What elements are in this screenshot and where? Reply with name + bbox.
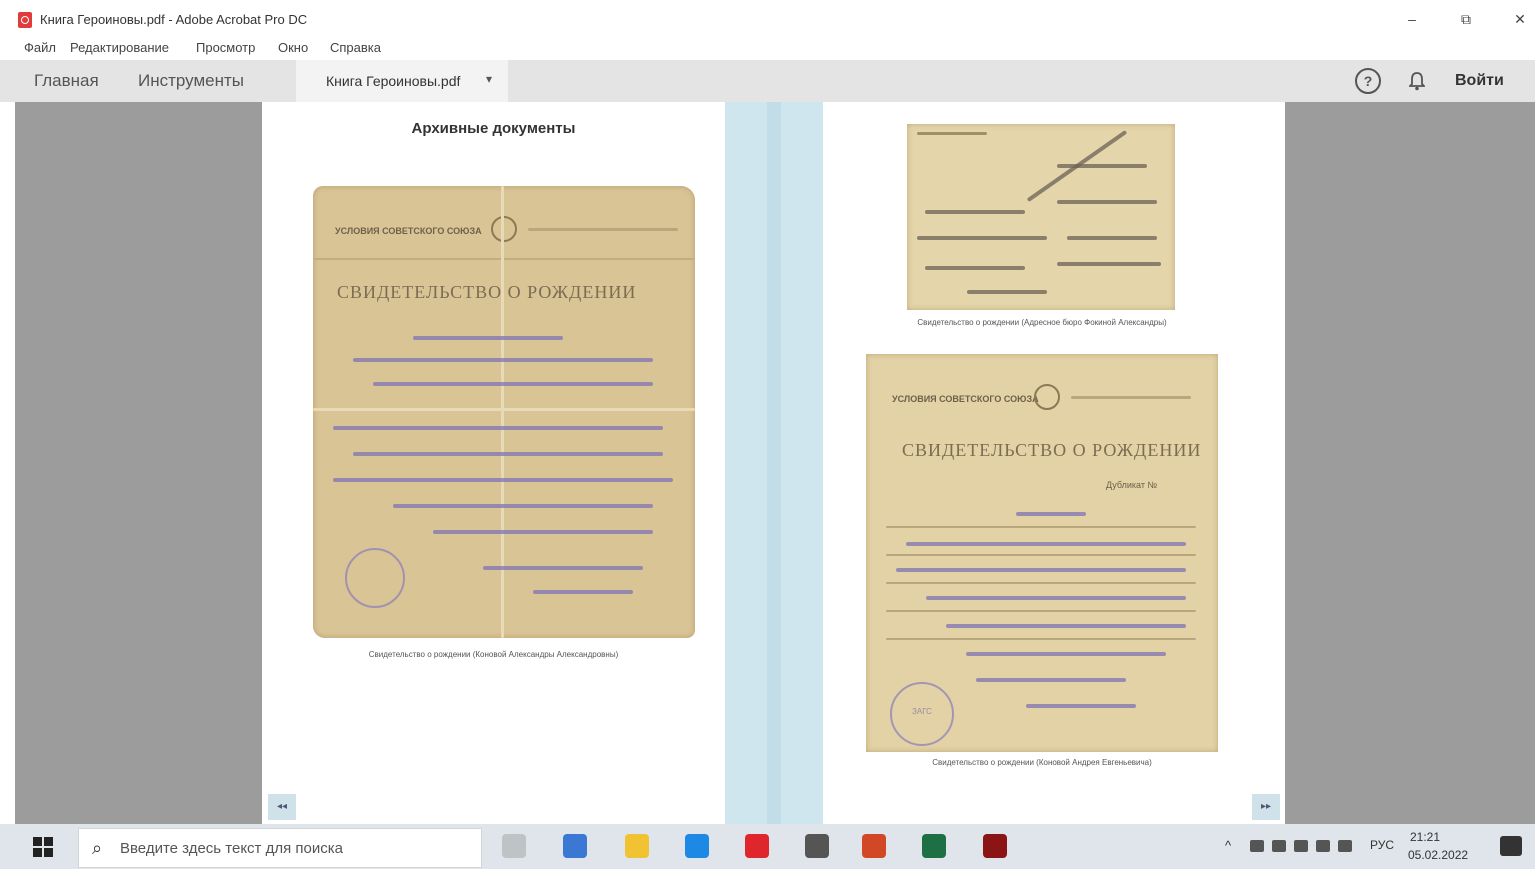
handwriting-line [976, 678, 1126, 682]
search-icon: ⌕ [92, 838, 103, 858]
previous-page-button[interactable]: ◂◂ [268, 794, 296, 820]
stamp-seal: ЗАГС [890, 682, 954, 746]
battery-icon[interactable] [1338, 840, 1352, 852]
stamp-seal [345, 548, 405, 608]
caption-right-bottom: Свидетельство о рождении (Коновой Андрея… [932, 758, 1152, 767]
document-tab-label: Книга Героиновы.pdf [326, 73, 461, 89]
handwriting-line [967, 290, 1047, 294]
handwriting-line [373, 382, 653, 386]
handwriting-line [1016, 512, 1086, 516]
printed-line [886, 610, 1196, 612]
handwriting-line [1067, 236, 1157, 240]
handwriting-line [966, 652, 1166, 656]
maximize-button[interactable]: ⧉ [1446, 6, 1486, 32]
signature-line [533, 590, 633, 594]
notification-icon[interactable] [1500, 836, 1522, 856]
page-gutter-spine [767, 102, 781, 824]
network-icon[interactable] [1294, 840, 1308, 852]
handwriting-line [333, 478, 673, 482]
fold-line [313, 258, 695, 260]
tab-tools[interactable]: Инструменты [138, 71, 244, 91]
handwriting-line [333, 426, 663, 430]
emblem-icon [1034, 384, 1060, 410]
file-explorer-icon[interactable] [625, 834, 649, 858]
fold-line-horizontal [313, 408, 695, 411]
handwriting-line [353, 452, 663, 456]
windows-start-icon[interactable] [32, 836, 54, 858]
clock-date[interactable]: 05.02.2022 [1408, 848, 1468, 862]
onedrive-icon[interactable] [1272, 840, 1286, 852]
people-icon[interactable] [1250, 840, 1264, 852]
tab-document[interactable]: Книга Героиновы.pdf ▾ [296, 60, 508, 102]
handwriting-line [353, 358, 653, 362]
menu-help[interactable]: Справка [330, 40, 381, 55]
archive-document-photo-left: УСЛОВИЯ СОВЕТСКОГО СОЮЗА СВИДЕТЕЛЬСТВО О… [313, 186, 695, 638]
acrobat-app-icon [18, 12, 32, 28]
printed-line [917, 132, 987, 135]
menu-view[interactable]: Просмотр [196, 40, 255, 55]
search-placeholder[interactable]: Введите здесь текст для поиска [120, 840, 343, 857]
printed-line [1071, 396, 1191, 399]
calculator-icon[interactable] [805, 834, 829, 858]
edge-icon[interactable] [563, 834, 587, 858]
handwriting-line [1057, 164, 1147, 168]
caption-right-top: Свидетельство о рождении (Адресное бюро … [917, 318, 1167, 327]
printed-line [886, 526, 1196, 528]
excel-icon[interactable] [922, 834, 946, 858]
chevron-down-icon[interactable]: ▾ [486, 72, 492, 86]
close-button[interactable]: ✕ [1500, 6, 1535, 32]
volume-icon[interactable] [1316, 840, 1330, 852]
acrobat-icon[interactable] [983, 834, 1007, 858]
printed-line [528, 228, 678, 231]
handwriting-line [1057, 262, 1161, 266]
handwriting-line [925, 266, 1025, 270]
document-header-text: УСЛОВИЯ СОВЕТСКОГО СОЮЗА [892, 394, 1039, 404]
handwriting-line [1057, 200, 1157, 204]
help-icon[interactable]: ? [1355, 68, 1381, 94]
window-title: Книга Героиновы.pdf - Adobe Acrobat Pro … [40, 12, 308, 27]
archive-document-photo-top [907, 124, 1175, 310]
handwriting-line [906, 542, 1186, 546]
sign-in-button[interactable]: Войти [1455, 72, 1504, 90]
document-header-text: УСЛОВИЯ СОВЕТСКОГО СОЮЗА [335, 226, 482, 236]
menu-file[interactable]: Файл [24, 40, 56, 55]
fold-line-vertical [501, 186, 504, 638]
document-title-text: СВИДЕТЕЛЬСТВО О РОЖДЕНИИ [902, 440, 1202, 460]
archive-document-photo-bottom: УСЛОВИЯ СОВЕТСКОГО СОЮЗА СВИДЕТЕЛЬСТВО О… [866, 354, 1218, 752]
opera-icon[interactable] [745, 834, 769, 858]
minimize-button[interactable]: – [1392, 6, 1432, 32]
printed-line [886, 554, 1196, 556]
handwriting-line [926, 596, 1186, 600]
signature-line [1026, 704, 1136, 708]
handwriting-line [917, 236, 1047, 240]
document-title-text: СВИДЕТЕЛЬСТВО О РОЖДЕНИИ [337, 282, 637, 302]
language-indicator[interactable]: РУС [1370, 838, 1394, 852]
handwriting-line [413, 336, 563, 340]
bell-icon[interactable] [1409, 71, 1425, 91]
document-number-text: Дубликат № [1106, 480, 1158, 490]
handwriting-line [925, 210, 1025, 214]
printed-line [886, 638, 1196, 640]
handwriting-line [896, 568, 1186, 572]
next-page-button[interactable]: ▸▸ [1252, 794, 1280, 820]
clock-time[interactable]: 21:21 [1410, 830, 1440, 844]
task-view-icon[interactable] [502, 834, 526, 858]
tab-home[interactable]: Главная [34, 71, 99, 91]
tray-expand-icon[interactable]: ^ [1225, 838, 1231, 853]
handwriting-line [393, 504, 653, 508]
store-icon[interactable] [685, 834, 709, 858]
page-heading: Архивные документы [411, 120, 576, 137]
printed-line [886, 582, 1196, 584]
handwriting-line [946, 624, 1186, 628]
powerpoint-icon[interactable] [862, 834, 886, 858]
menu-edit[interactable]: Редактирование [70, 40, 169, 55]
menu-window[interactable]: Окно [278, 40, 308, 55]
emblem-icon [491, 216, 517, 242]
handwriting-line [483, 566, 643, 570]
handwriting-line [433, 530, 653, 534]
caption-left: Свидетельство о рождении (Коновой Алекса… [368, 650, 619, 659]
